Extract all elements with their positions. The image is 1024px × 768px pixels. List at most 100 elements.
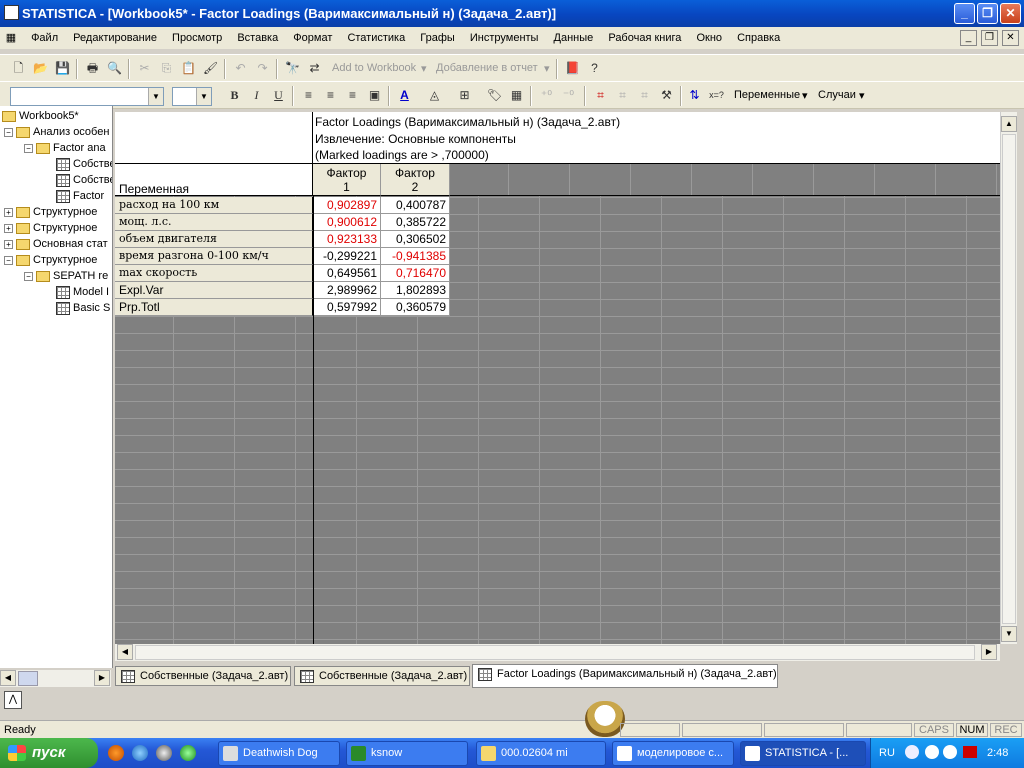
tree-node-structural-2[interactable]: + Структурное (4, 220, 97, 236)
task-statistica[interactable]: STATISTICA - [... (740, 741, 866, 766)
factor1-column-header[interactable]: Фактор 1 (313, 164, 381, 196)
menu-insert[interactable]: Вставка (231, 27, 284, 49)
scroll-down-icon[interactable]: ▼ (1001, 626, 1017, 642)
tray-eyes-icon-2[interactable] (943, 745, 957, 759)
fill-color-icon[interactable]: ◬ (426, 87, 443, 104)
firefox-icon[interactable] (108, 745, 124, 761)
paste-icon[interactable]: 📋 (180, 60, 197, 77)
replace-icon[interactable]: ⇄ (306, 60, 323, 77)
factor1-cell[interactable]: 0,900612 (314, 214, 381, 231)
minimize-button[interactable]: _ (954, 3, 975, 24)
book-icon[interactable]: 📕 (564, 60, 581, 77)
close-button[interactable]: ✕ (1000, 3, 1021, 24)
new-icon[interactable]: 🗋 (10, 60, 27, 77)
tab-factor-loadings[interactable]: Factor Loadings (Варимаксимальный н) (За… (472, 664, 778, 688)
restore-button[interactable]: ❐ (977, 3, 998, 24)
row-label[interactable]: max скорость (115, 265, 313, 282)
expand-icon[interactable]: + (4, 239, 13, 249)
copy-icon[interactable]: ⎘ (158, 60, 175, 77)
italic-button[interactable]: I (248, 87, 265, 104)
marking-icon[interactable]: ⚒ (658, 87, 675, 104)
icq-icon[interactable] (180, 745, 196, 761)
factor2-cell[interactable]: 0,306502 (381, 231, 450, 248)
row-label[interactable]: Prp.Totl (115, 299, 313, 316)
scroll-up-icon[interactable]: ▲ (1001, 116, 1017, 132)
factor2-cell[interactable]: 0,400787 (381, 197, 450, 214)
add-to-report-button[interactable]: Добавление в отчет (436, 62, 538, 74)
expand-icon[interactable]: + (4, 223, 13, 233)
tree-node-basic-s[interactable]: Basic S (56, 300, 110, 316)
tree-node-workbook[interactable]: Workbook5* (2, 108, 79, 124)
tree-node-eigen-2[interactable]: Собстве (56, 172, 112, 188)
sheet-vertical-scrollbar[interactable]: ▲ ▼ (1000, 112, 1017, 644)
tree-horizontal-scrollbar[interactable]: ◀ ▶ (0, 670, 111, 687)
decrease-decimal-icon[interactable]: ⁻⁰ (560, 87, 577, 104)
align-left-icon[interactable]: ≡ (300, 87, 317, 104)
add-to-workbook-dropdown-icon[interactable]: ▾ (421, 62, 427, 75)
borders-icon[interactable]: ⊞ (456, 87, 473, 104)
graph-window-icon[interactable]: ⋀ (4, 691, 22, 709)
open-icon[interactable]: 📂 (32, 60, 49, 77)
tree-node-structural-1[interactable]: + Структурное (4, 204, 97, 220)
factor2-column-header[interactable]: Фактор 2 (381, 164, 450, 196)
collapse-icon[interactable]: − (24, 143, 33, 153)
tree-node-structural-3[interactable]: − Структурное (4, 252, 97, 268)
scroll-thumb[interactable] (1002, 134, 1016, 624)
increase-decimal-icon[interactable]: ⁺⁰ (538, 87, 555, 104)
factor2-cell[interactable]: 0,385722 (381, 214, 450, 231)
media-player-icon[interactable] (156, 745, 172, 761)
doc-minimize-button[interactable]: _ (960, 30, 977, 46)
factor2-cell[interactable]: 0,716470 (381, 265, 450, 282)
expand-icon[interactable]: + (4, 207, 13, 217)
find-icon[interactable]: 🔭 (284, 60, 301, 77)
factor2-cell[interactable]: 0,360579 (381, 299, 450, 316)
tree-node-eigen-1[interactable]: Собстве (56, 156, 112, 172)
cell-format-icon[interactable]: ▣ (366, 87, 383, 104)
menu-view[interactable]: Просмотр (166, 27, 228, 49)
sheet-horizontal-scrollbar[interactable]: ◀ ▶ (115, 644, 1000, 661)
scroll-right-icon[interactable]: ▶ (94, 670, 110, 686)
cut-icon[interactable]: ✂ (136, 60, 153, 77)
row-label[interactable]: Expl.Var (115, 282, 313, 299)
font-size-select[interactable]: ▼ (172, 87, 212, 106)
unmark-icon[interactable]: ⌗ (614, 87, 631, 104)
task-folder[interactable]: 000.02604 mi (476, 741, 606, 766)
bold-button[interactable]: B (226, 87, 243, 104)
tree-node-factor-loadings[interactable]: Factor (56, 188, 104, 204)
document-menu-icon[interactable]: ▦ (0, 27, 22, 49)
tag-icon[interactable]: 🏷 (486, 87, 503, 104)
sort-az-icon[interactable]: ⇅ (686, 87, 703, 104)
tab-eigenvalues-2[interactable]: Собственные (Задача_2.авт) (294, 666, 470, 686)
align-center-icon[interactable]: ≡ (322, 87, 339, 104)
print-icon[interactable]: 🖶 (84, 60, 101, 77)
help-pointer-icon[interactable]: ? (586, 60, 603, 77)
print-preview-icon[interactable]: 🔍 (106, 60, 123, 77)
format-painter-icon[interactable]: 🖌 (202, 60, 219, 77)
collapse-icon[interactable]: − (4, 127, 13, 137)
mark-cells-icon[interactable]: ⌗ (592, 87, 609, 104)
tray-app-icon[interactable] (963, 746, 977, 758)
tree-node-factor-analysis[interactable]: − Factor ana (24, 140, 106, 156)
underline-button[interactable]: U (270, 87, 287, 104)
menu-file[interactable]: Файл (25, 27, 64, 49)
task-ksnow[interactable]: ksnow (346, 741, 468, 766)
menu-workbook[interactable]: Рабочая книга (602, 27, 687, 49)
row-label[interactable]: время разгона 0-100 км/ч (115, 248, 313, 265)
add-to-workbook-button[interactable]: Add to Workbook (332, 62, 416, 74)
variables-menu-button[interactable]: Переменные (734, 89, 800, 101)
ie-icon[interactable] (132, 745, 148, 761)
factor1-cell[interactable]: 0,649561 (314, 265, 381, 282)
language-indicator[interactable]: RU (879, 738, 895, 768)
grid-icon[interactable]: ▦ (508, 87, 525, 104)
factor2-cell[interactable]: -0,941385 (381, 248, 450, 265)
assign-variable-icon[interactable]: x=? (708, 87, 725, 104)
tab-eigenvalues-1[interactable]: Собственные (Задача_2.авт) (115, 666, 291, 686)
menu-help[interactable]: Справка (731, 27, 786, 49)
collapse-icon[interactable]: − (24, 271, 33, 281)
row-label[interactable]: объем двигателя (115, 231, 313, 248)
factor1-cell[interactable]: 0,597992 (314, 299, 381, 316)
doc-restore-button[interactable]: ❐ (981, 30, 998, 46)
scroll-left-icon[interactable]: ◀ (117, 644, 133, 660)
cases-dropdown-icon[interactable]: ▾ (859, 89, 865, 102)
align-right-icon[interactable]: ≡ (344, 87, 361, 104)
